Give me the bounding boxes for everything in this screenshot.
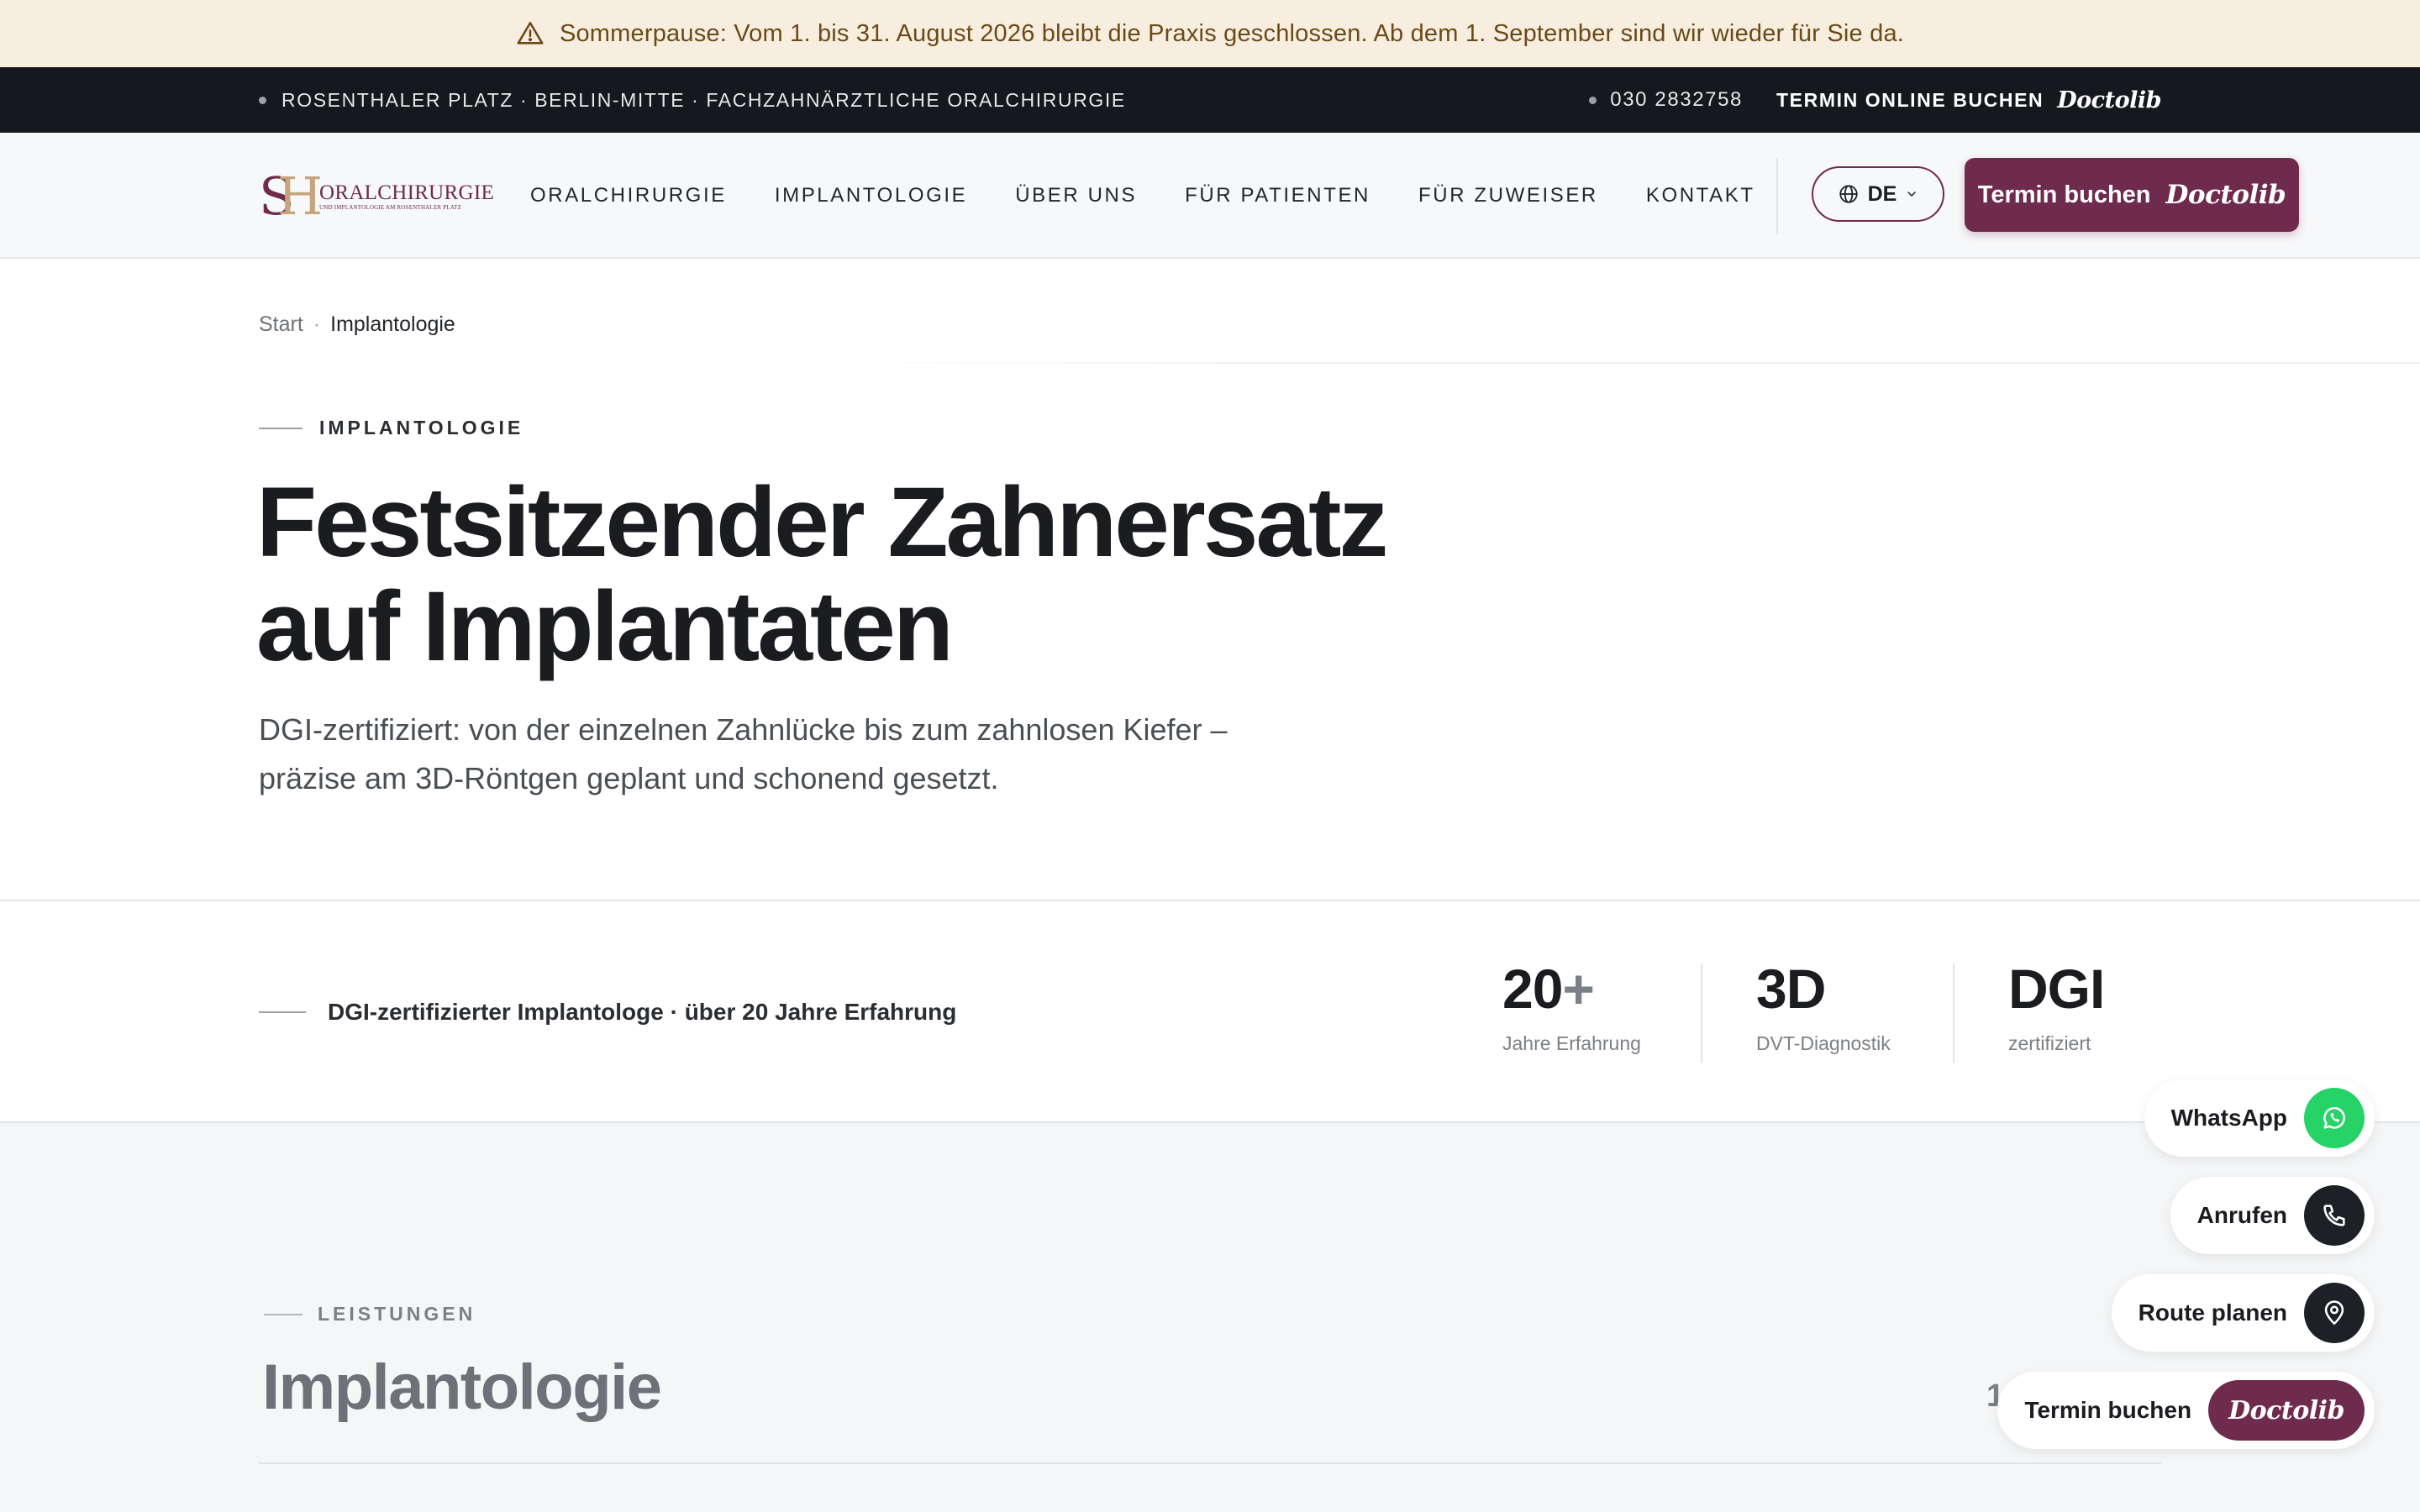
language-code: DE (1867, 181, 1897, 206)
globe-icon (1839, 185, 1858, 203)
eyebrow-text: IMPLANTOLOGIE (319, 417, 524, 438)
info-bar: ROSENTHALER PLATZ · BERLIN-MITTE · FACHZ… (0, 67, 2420, 133)
location-dot-icon (259, 96, 266, 104)
breadcrumb-start-link[interactable]: Start (259, 312, 303, 337)
stat-3d: 3D DVT-Diagnostik (1756, 960, 1891, 1055)
services-divider (259, 1462, 2161, 1464)
stat-value: DGI (2008, 958, 2105, 1020)
nav-links: ORALCHIRURGIE IMPLANTOLOGIE ÜBER UNS FÜR… (530, 133, 1755, 259)
stat-number: 3D (1756, 958, 1826, 1020)
hero-subtitle: DGI-zertifiziert: von der einzelnen Zahn… (259, 712, 1228, 795)
logo-wordmark: ORALCHIRURGIE (319, 181, 495, 204)
stat-dgi: DGI zertifiziert (2008, 958, 2105, 1055)
stat-number: DGI (2008, 958, 2105, 1020)
breadcrumb-separator: · (313, 312, 321, 336)
page-title-line-2: auf Implantaten (256, 571, 954, 682)
stats-note-text: DGI-zertifizierter Implantologe · über 2… (328, 999, 957, 1025)
main-navigation: S H ORALCHIRURGIE UND IMPLANTOLOGIE AM R… (0, 133, 2420, 259)
hero-eyebrow: IMPLANTOLOGIE (259, 417, 523, 439)
breadcrumb-current: Implantologie (330, 312, 455, 336)
map-pin-icon (2304, 1283, 2365, 1343)
nav-item-ueber-uns[interactable]: ÜBER UNS (1015, 184, 1137, 207)
book-appointment-button[interactable]: Termin buchen Doctolib (1965, 158, 2299, 232)
call-button[interactable]: Anrufen (2170, 1177, 2375, 1254)
decorative-grid (832, 259, 2420, 469)
book-online-link[interactable]: TERMIN ONLINE BUCHEN (1776, 89, 2044, 112)
logo-monogram: S H (259, 166, 323, 227)
doctolib-logo[interactable]: Doctolib (2057, 87, 2161, 113)
stat-label: zertifiziert (2008, 1032, 2091, 1054)
nav-item-fuer-patienten[interactable]: FÜR PATIENTEN (1185, 184, 1370, 207)
route-label: Route planen (2138, 1299, 2287, 1326)
book-floating-button[interactable]: Termin buchen Doctolib (1997, 1372, 2375, 1449)
services-title: Implantologie (262, 1352, 662, 1423)
route-button[interactable]: Route planen (2111, 1274, 2375, 1352)
site-logo[interactable]: S H ORALCHIRURGIE UND IMPLANTOLOGIE AM R… (259, 166, 496, 227)
language-switcher[interactable]: DE (1812, 166, 1944, 222)
stat-divider (1953, 963, 1954, 1063)
stats-band: DGI-zertifizierter Implantologe · über 2… (0, 900, 2420, 1123)
stat-experience: 20+ Jahre Erfahrung (1502, 960, 1641, 1055)
stats-note-line (259, 1011, 306, 1013)
logo-tagline: UND IMPLANTOLOGIE AM ROSENTHALER PLATZ (319, 204, 462, 211)
announcement-text: Sommerpause: Vom 1. bis 31. August 2026 … (559, 19, 1905, 47)
phone-icon (2304, 1185, 2365, 1246)
phone-dot-icon (1589, 96, 1597, 104)
nav-item-implantologie[interactable]: IMPLANTOLOGIE (775, 184, 967, 207)
book-floating-label: Termin buchen (2024, 1397, 2192, 1423)
stat-value: 3D (1756, 960, 1891, 1017)
page-title-line-1: Festsitzender Zahnersatz (256, 467, 1388, 578)
stat-divider (1701, 963, 1702, 1063)
doctolib-logo: Doctolib (2165, 180, 2286, 210)
eyebrow-line (259, 427, 302, 429)
whatsapp-label: WhatsApp (2170, 1105, 2287, 1131)
page-title: Festsitzender Zahnersatz auf Implantaten (256, 470, 1517, 679)
phone-link[interactable]: 030 2832758 (1610, 88, 1743, 112)
call-label: Anrufen (2196, 1202, 2287, 1228)
nav-item-oralchirurgie[interactable]: ORALCHIRURGIE (530, 184, 727, 207)
doctolib-logo: Doctolib (2228, 1395, 2344, 1425)
chevron-down-icon (1907, 192, 1917, 197)
stat-value: 20+ (1502, 960, 1641, 1017)
announcement-bar: Sommerpause: Vom 1. bis 31. August 2026 … (0, 0, 2420, 67)
stat-label: DVT-Diagnostik (1756, 1032, 1891, 1054)
stat-label: Jahre Erfahrung (1502, 1032, 1641, 1054)
whatsapp-button[interactable]: WhatsApp (2144, 1079, 2375, 1157)
breadcrumb: Start · Implantologie (259, 312, 455, 337)
services-eyebrow-line (264, 1313, 302, 1315)
warning-triangle-icon (517, 21, 544, 45)
nav-item-fuer-zuweiser[interactable]: FÜR ZUWEISER (1418, 184, 1598, 207)
stat-suffix: + (1562, 958, 1595, 1020)
nav-item-kontakt[interactable]: KONTAKT (1646, 184, 1755, 207)
logo-monogram-h: H (277, 165, 324, 227)
location-text: ROSENTHALER PLATZ · BERLIN-MITTE · FACHZ… (281, 88, 1126, 111)
services-section: LEISTUNGEN Implantologie 16 L (0, 1123, 2420, 1512)
stat-number: 20 (1502, 958, 1563, 1020)
book-button-label: Termin buchen (1977, 181, 2151, 208)
stats-note: DGI-zertifizierter Implantologe · über 2… (259, 901, 956, 1123)
doctolib-badge: Doctolib (2208, 1380, 2365, 1441)
nav-divider (1776, 158, 1778, 234)
hero-section: Start · Implantologie IMPLANTOLOGIE Fest… (0, 259, 2420, 900)
services-eyebrow-text: LEISTUNGEN (318, 1303, 476, 1325)
whatsapp-icon (2304, 1088, 2365, 1148)
services-eyebrow: LEISTUNGEN (264, 1303, 476, 1326)
